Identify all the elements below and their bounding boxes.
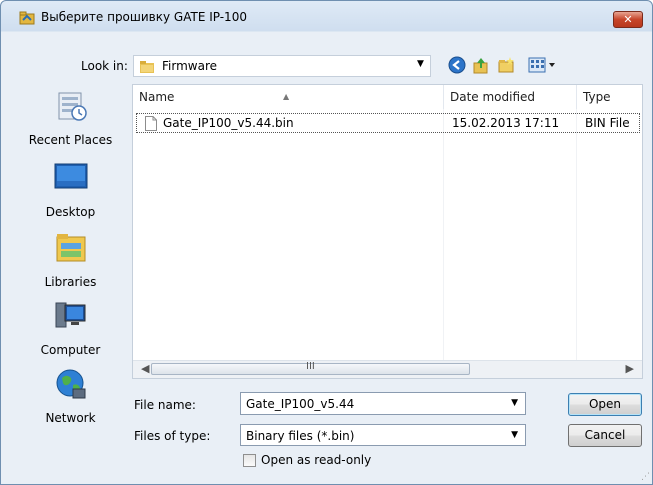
column-header-name[interactable]: Name ▲: [133, 85, 444, 109]
file-type-cell: BIN File: [585, 116, 630, 130]
file-icon: [145, 116, 157, 131]
open-button[interactable]: Open: [568, 393, 642, 416]
chevron-down-icon: ▼: [511, 430, 518, 440]
place-computer[interactable]: Computer: [13, 299, 128, 361]
app-icon: [19, 11, 35, 25]
lookin-dropdown[interactable]: Firmware ▼: [133, 55, 431, 77]
recent-places-icon: [58, 92, 87, 121]
place-label: Computer: [40, 343, 101, 357]
libraries-icon: [56, 234, 86, 262]
column-label: Date modified: [450, 90, 536, 104]
place-label: Desktop: [45, 205, 96, 219]
views-menu-icon[interactable]: [528, 56, 558, 74]
new-folder-icon[interactable]: [497, 56, 515, 74]
filename-label: File name:: [134, 398, 196, 412]
title-bar[interactable]: Выберите прошивку GATE IP-100 ✕: [1, 1, 652, 31]
filename-value: Gate_IP100_v5.44: [246, 397, 355, 411]
up-folder-icon[interactable]: [472, 56, 490, 74]
column-label: Name: [139, 90, 175, 104]
scroll-right-icon[interactable]: ▶: [626, 362, 634, 375]
filetype-dropdown[interactable]: Binary files (*.bin) ▼: [240, 424, 526, 446]
column-label: Type: [583, 90, 611, 104]
computer-icon: [55, 302, 86, 328]
column-header-date[interactable]: Date modified: [444, 85, 577, 109]
cancel-button[interactable]: Cancel: [568, 424, 642, 447]
table-row[interactable]: Gate_IP100_v5.44.bin 15.02.2013 17:11 BI…: [136, 113, 640, 133]
column-divider: [576, 109, 577, 364]
network-icon: [56, 369, 86, 399]
readonly-label[interactable]: Open as read-only: [261, 453, 371, 467]
window-title: Выберите прошивку GATE IP-100: [41, 10, 247, 24]
back-icon[interactable]: [448, 56, 466, 74]
place-label: Libraries: [44, 275, 97, 289]
place-label: Network: [45, 411, 96, 425]
close-icon: ✕: [623, 13, 633, 26]
filetype-value: Binary files (*.bin): [246, 429, 355, 443]
readonly-checkbox[interactable]: [243, 454, 256, 467]
resize-grip-icon[interactable]: ⋰: [641, 472, 650, 482]
column-header-type[interactable]: Type: [577, 85, 642, 109]
horizontal-scrollbar[interactable]: ◀ III ▶: [133, 360, 642, 378]
place-libraries[interactable]: Libraries: [13, 231, 128, 293]
folder-icon: [140, 61, 154, 73]
close-button[interactable]: ✕: [613, 11, 643, 28]
file-open-dialog: Выберите прошивку GATE IP-100 ✕ Look in:…: [0, 0, 653, 485]
filename-input[interactable]: Gate_IP100_v5.44 ▼: [240, 392, 526, 415]
chevron-down-icon: ▼: [417, 59, 424, 69]
lookin-label: Look in:: [81, 59, 128, 73]
desktop-icon: [54, 163, 88, 189]
column-divider: [443, 109, 444, 364]
scroll-left-icon[interactable]: ◀: [141, 362, 149, 375]
sort-ascending-icon: ▲: [283, 92, 290, 101]
filetype-label: Files of type:: [134, 429, 211, 443]
chevron-down-icon[interactable]: ▼: [511, 398, 518, 408]
file-list[interactable]: Name ▲ Date modified Type Gate_IP100_v5.…: [132, 84, 643, 379]
grip-icon: III: [306, 361, 315, 372]
scroll-thumb[interactable]: III: [151, 361, 470, 375]
place-network[interactable]: Network: [13, 367, 128, 429]
lookin-value: Firmware: [162, 59, 217, 73]
places-bar: Recent Places Desktop Libraries Computer…: [13, 81, 128, 466]
place-label: Recent Places: [28, 133, 113, 147]
file-name-cell: Gate_IP100_v5.44.bin: [163, 116, 294, 130]
place-desktop[interactable]: Desktop: [13, 161, 128, 223]
file-date-cell: 15.02.2013 17:11: [452, 116, 560, 130]
place-recent-places[interactable]: Recent Places: [13, 89, 128, 151]
